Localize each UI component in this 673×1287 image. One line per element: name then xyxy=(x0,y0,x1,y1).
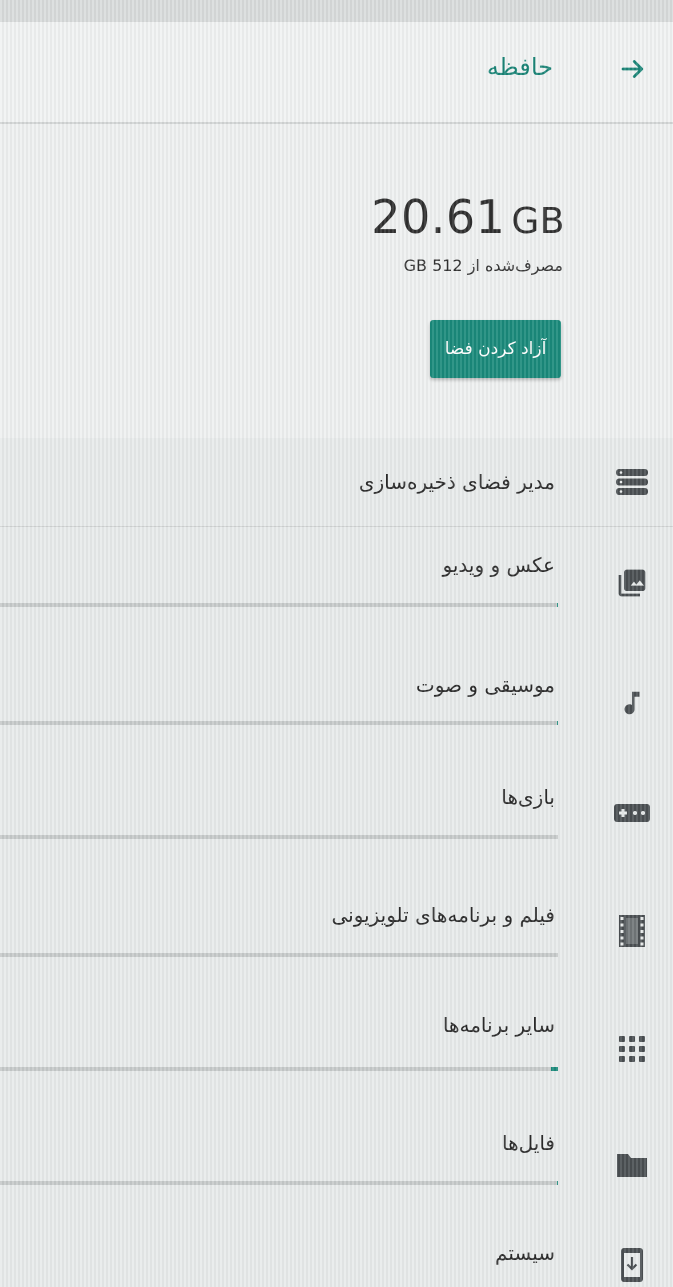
status-bar xyxy=(0,0,673,22)
list-item-storage-manager[interactable]: مدیر فضای ذخیره‌سازی xyxy=(0,438,673,526)
music-label: موسیقی و صوت xyxy=(415,673,555,697)
back-button[interactable] xyxy=(610,48,656,94)
games-usage-bar xyxy=(0,835,558,839)
storage-summary: 20.61 GB مصرف‌شده از 512 GB آزاد کردن فضا xyxy=(0,124,673,438)
list-item-system[interactable]: سیستم xyxy=(0,1235,673,1287)
used-amount: 20.61 xyxy=(371,190,506,244)
folder-icon xyxy=(612,1145,652,1185)
movies-label: فیلم و برنامه‌های تلویزیونی xyxy=(331,903,555,927)
list-item-photos[interactable]: عکس و ویدیو xyxy=(0,527,673,645)
used-storage-value: 20.61 GB xyxy=(371,190,565,244)
files-usage-bar xyxy=(0,1181,558,1185)
files-label: فایل‌ها xyxy=(501,1131,555,1155)
other-apps-label: سایر برنامه‌ها xyxy=(442,1013,555,1037)
list-item-music[interactable]: موسیقی و صوت xyxy=(0,645,673,763)
used-of-total: مصرف‌شده از 512 GB xyxy=(403,256,563,275)
used-unit: GB xyxy=(511,201,565,242)
system-label: سیستم xyxy=(495,1241,555,1265)
movie-icon xyxy=(612,911,652,951)
page-title: حافظه xyxy=(486,53,553,81)
games-label: بازی‌ها xyxy=(501,785,555,809)
photo-library-icon xyxy=(612,563,652,603)
storage-manager-label: مدیر فضای ذخیره‌سازی xyxy=(358,470,555,494)
system-update-icon xyxy=(612,1245,652,1285)
storage-category-list: مدیر فضای ذخیره‌سازی عکس و ویدیو موسیقی … xyxy=(0,438,673,1287)
apps-grid-icon xyxy=(612,1029,652,1069)
list-item-movies[interactable]: فیلم و برنامه‌های تلویزیونی xyxy=(0,881,673,999)
music-usage-bar xyxy=(0,721,558,725)
app-bar: حافظه xyxy=(0,22,673,124)
free-up-space-button[interactable]: آزاد کردن فضا xyxy=(430,320,561,378)
arrow-back-icon xyxy=(618,54,648,88)
photos-label: عکس و ویدیو xyxy=(442,553,555,577)
list-item-games[interactable]: بازی‌ها xyxy=(0,763,673,881)
storage-icon xyxy=(612,462,652,502)
movies-usage-bar xyxy=(0,953,558,957)
photos-usage-bar xyxy=(0,603,558,607)
gamepad-icon xyxy=(612,793,652,833)
list-item-other-apps[interactable]: سایر برنامه‌ها xyxy=(0,999,673,1117)
list-item-files[interactable]: فایل‌ها xyxy=(0,1117,673,1235)
other-apps-usage-bar xyxy=(0,1067,558,1071)
music-note-icon xyxy=(612,683,652,723)
